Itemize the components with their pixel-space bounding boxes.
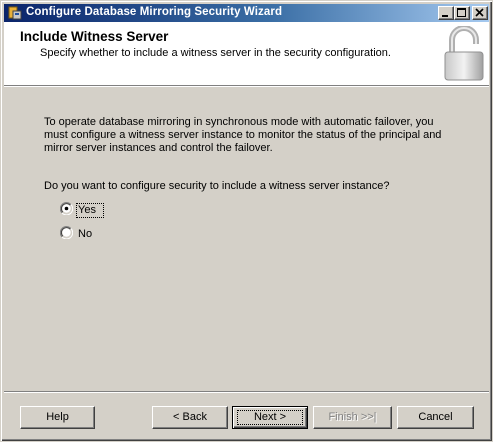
maximize-button[interactable] bbox=[454, 6, 470, 20]
back-button[interactable]: < Back bbox=[152, 406, 228, 429]
description-text: To operate database mirroring in synchro… bbox=[44, 116, 442, 154]
padlock-icon bbox=[442, 25, 486, 85]
radio-yes-label[interactable]: Yes bbox=[78, 204, 96, 216]
help-button[interactable]: Help bbox=[20, 406, 95, 429]
close-button[interactable] bbox=[472, 6, 488, 20]
wizard-header: Include Witness Server Specify whether t… bbox=[4, 22, 489, 85]
title-bar[interactable]: Configure Database Mirroring Security Wi… bbox=[4, 4, 489, 22]
page-subtitle: Specify whether to include a witness ser… bbox=[40, 47, 391, 59]
radio-no-label[interactable]: No bbox=[78, 228, 92, 240]
window-title: Configure Database Mirroring Security Wi… bbox=[26, 6, 283, 18]
minimize-button[interactable] bbox=[438, 6, 454, 20]
finish-button[interactable]: Finish >>| bbox=[313, 406, 392, 429]
next-button[interactable]: Next > bbox=[232, 406, 308, 429]
page-title: Include Witness Server bbox=[20, 29, 169, 44]
header-divider bbox=[4, 85, 489, 87]
question-text: Do you want to configure security to inc… bbox=[44, 180, 390, 192]
radio-unselected-icon[interactable] bbox=[59, 226, 74, 242]
focus-rectangle bbox=[237, 410, 303, 425]
cancel-button[interactable]: Cancel bbox=[397, 406, 474, 429]
wizard-window: Configure Database Mirroring Security Wi… bbox=[0, 0, 493, 442]
footer-divider bbox=[4, 391, 489, 393]
app-icon bbox=[7, 5, 23, 21]
radio-selected-icon[interactable] bbox=[59, 202, 74, 218]
